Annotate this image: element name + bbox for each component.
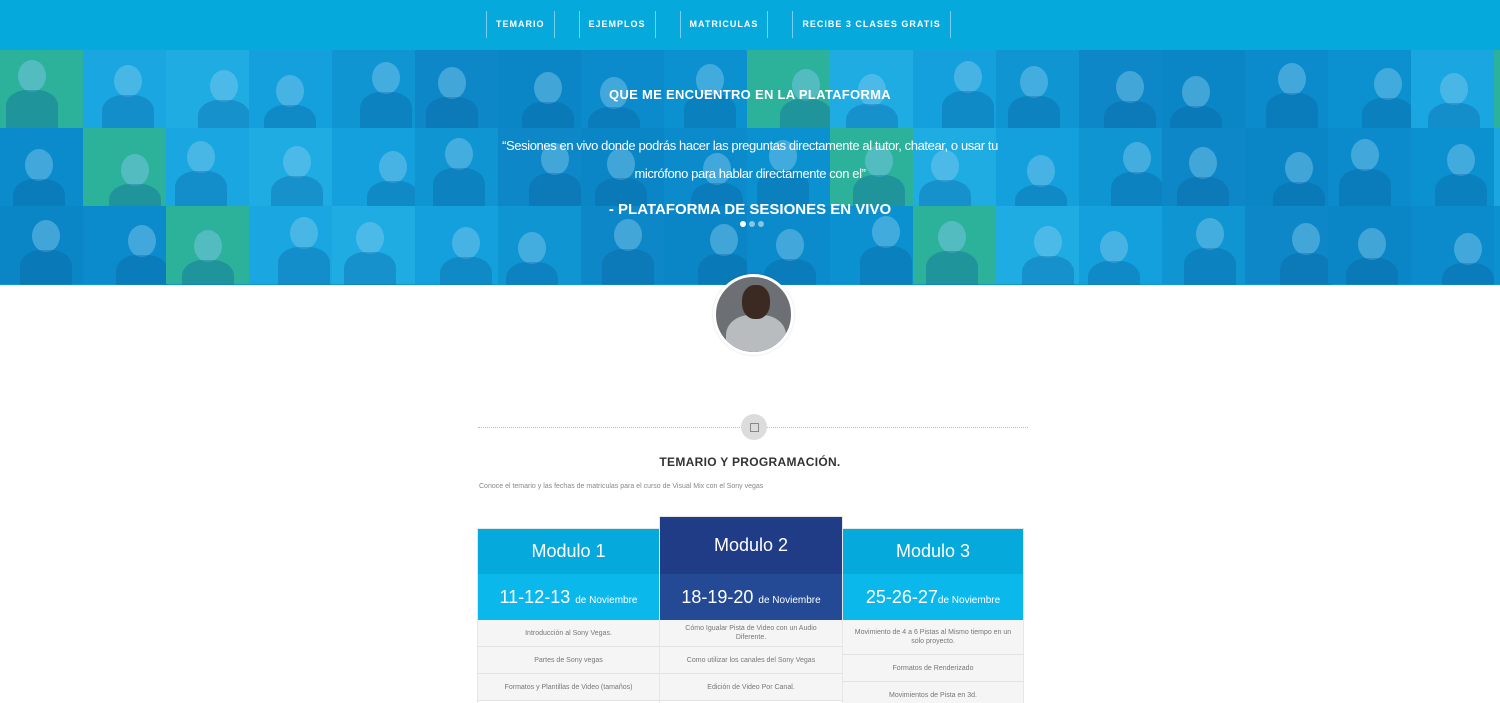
nav-item-temario[interactable]: TEMARIO (486, 11, 555, 38)
module-date: 11-12-13 de Noviembre (478, 574, 659, 620)
section-subtitle: Conoce el temario y las fechas de matric… (479, 483, 764, 490)
module-topic: Cómo Igualar Pista de Video con un Audio… (660, 620, 842, 647)
section-title: TEMARIO Y PROGRAMACIÓN. (659, 455, 841, 469)
nav-item-ejemplos[interactable]: EJEMPLOS (578, 11, 656, 38)
avatar-head (742, 285, 770, 319)
hero-heading: QUE ME ENCUENTRO EN LA PLATAFORMA (609, 87, 891, 102)
module-date-suffix: de Noviembre (937, 595, 1001, 606)
module-date-main: 11-12-13 (499, 587, 571, 607)
module-title: Modulo 2 (660, 517, 842, 574)
module-card-1: Modulo 1 11-12-13 de Noviembre Introducc… (478, 529, 659, 703)
module-topic: Como utilizar los canales del Sony Vegas (660, 647, 842, 674)
carousel-dots (740, 221, 764, 227)
module-topic: Movimiento de 4 a 6 Pistas al Mismo tiem… (843, 620, 1023, 655)
module-date-main: 25-26-27 (865, 587, 938, 607)
module-date-suffix: de Noviembre (758, 595, 821, 606)
module-date: 18-19-20 de Noviembre (660, 574, 842, 620)
nav-menu: TEMARIO EJEMPLOS MATRICULAS RECIBE 3 CLA… (486, 11, 951, 38)
module-title: Modulo 3 (843, 529, 1023, 574)
avatar-shirt (726, 315, 786, 352)
module-topic: Introducción al Sony Vegas. (478, 620, 659, 647)
calendar-icon (741, 414, 767, 440)
nav-item-matriculas[interactable]: MATRICULAS (679, 11, 769, 38)
module-topic: Edición de Video Por Canal. (660, 674, 842, 701)
module-card-3: Modulo 3 25-26-27de Noviembre Movimiento… (843, 529, 1023, 703)
hero-author: - PLATAFORMA DE SESIONES EN VIVO (608, 201, 892, 218)
module-topic: Formatos y Plantillas de Video (tamaños) (478, 674, 659, 701)
testimonial-avatar (713, 274, 794, 355)
carousel-dot[interactable] (740, 221, 746, 227)
module-date-suffix: de Noviembre (575, 595, 638, 606)
module-topic: Movimientos de Pista en 3d. (843, 682, 1023, 703)
hero-testimonial-banner: QUE ME ENCUENTRO EN LA PLATAFORMA “Sesio… (0, 50, 1500, 285)
module-topic: Partes de Sony vegas (478, 647, 659, 674)
top-navbar: TEMARIO EJEMPLOS MATRICULAS RECIBE 3 CLA… (0, 0, 1500, 50)
module-card-2: Modulo 2 18-19-20 de Noviembre Cómo Igua… (660, 517, 842, 703)
hero-quote: “Sesiones en vivo donde podrás hacer las… (502, 138, 998, 181)
module-date: 25-26-27de Noviembre (843, 574, 1023, 620)
carousel-dot[interactable] (758, 221, 764, 227)
module-title: Modulo 1 (478, 529, 659, 574)
nav-item-clases-gratis[interactable]: RECIBE 3 CLASES GRATIS (792, 11, 951, 38)
module-topic: Formatos de Renderizado (843, 655, 1023, 682)
module-date-main: 18-19-20 (681, 587, 754, 607)
carousel-dot[interactable] (749, 221, 755, 227)
